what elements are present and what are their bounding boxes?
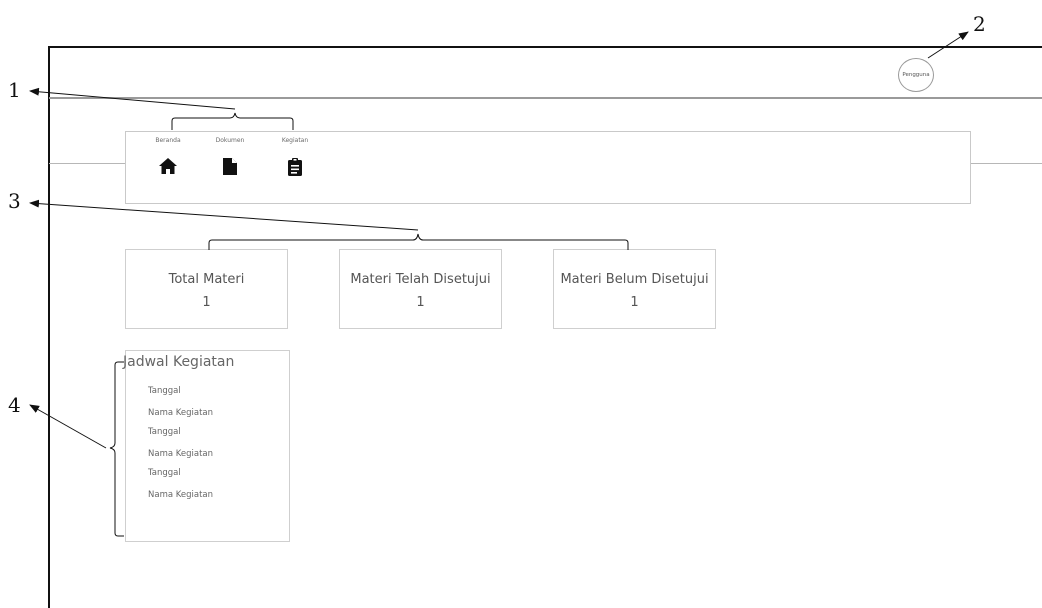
arrow-4	[29, 404, 107, 449]
arrow-3	[29, 199, 419, 231]
bracket-schedule	[109, 361, 124, 537]
callout-3: 3	[8, 189, 21, 213]
bracket-nav	[171, 112, 294, 130]
arrow-2	[927, 31, 969, 59]
callout-1: 1	[8, 78, 21, 102]
callout-2: 2	[973, 12, 986, 36]
annotation-overlay	[29, 31, 969, 537]
callout-4: 4	[8, 393, 21, 417]
annotated-wireframe: Pengguna Beranda Dokumen Kegiatan Total …	[0, 0, 1042, 608]
bracket-stats	[208, 233, 629, 250]
arrow-1	[29, 87, 236, 110]
